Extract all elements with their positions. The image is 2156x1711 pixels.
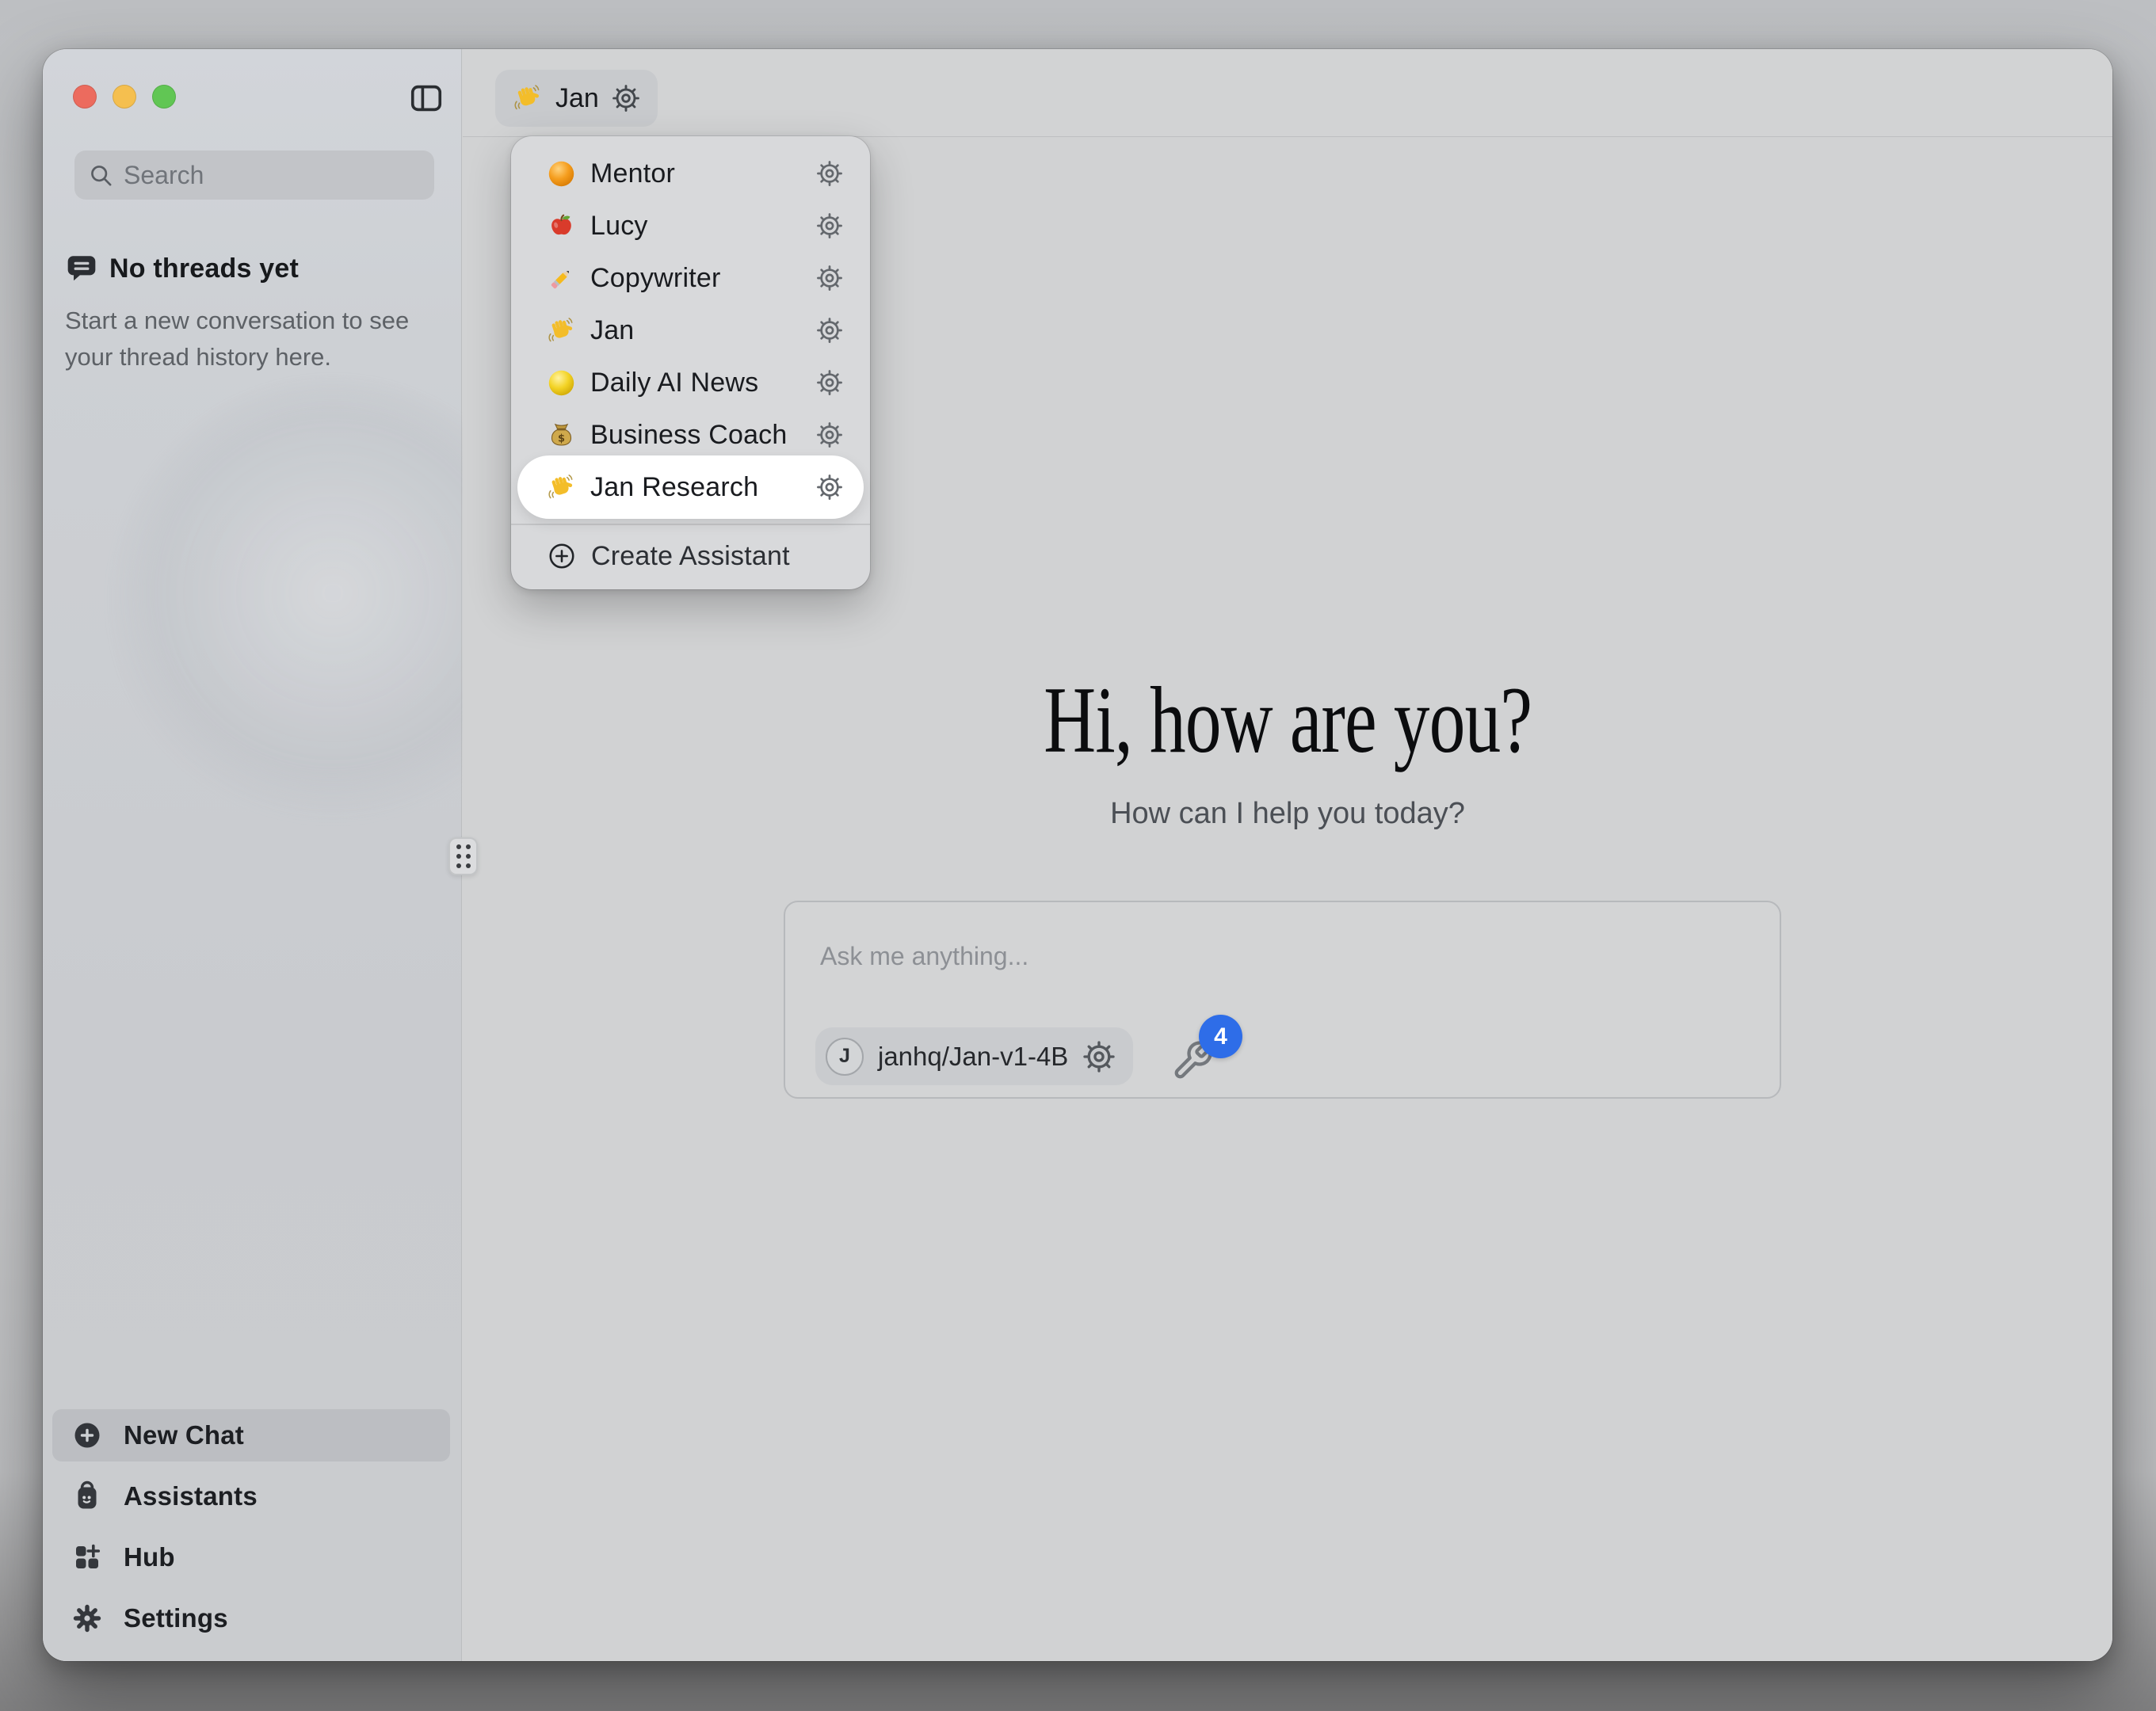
red-apple-icon bbox=[547, 211, 576, 241]
sidebar-item-label: Assistants bbox=[124, 1481, 258, 1511]
main-header: Jan bbox=[463, 49, 2112, 137]
sidebar: No threads yet Start a new conversation … bbox=[43, 49, 462, 1661]
gear-icon[interactable] bbox=[816, 265, 843, 292]
assistant-selector-label: Jan bbox=[555, 83, 599, 114]
threads-empty-state: No threads yet Start a new conversation … bbox=[65, 252, 437, 375]
menu-item-label: Lucy bbox=[590, 211, 802, 242]
empty-state-description: Start a new conversation to see your thr… bbox=[65, 303, 437, 375]
menu-item-copywriter[interactable]: Copywriter bbox=[517, 252, 864, 304]
create-assistant-button[interactable]: Create Assistant bbox=[511, 525, 870, 587]
desktop-background: No threads yet Start a new conversation … bbox=[0, 0, 2156, 1711]
tools-count-badge: 4 bbox=[1199, 1015, 1242, 1058]
sidebar-resize-handle[interactable] bbox=[448, 837, 478, 875]
yellow-circle-icon bbox=[547, 368, 576, 398]
sidebar-item-label: Settings bbox=[124, 1603, 228, 1633]
gear-icon[interactable] bbox=[1082, 1040, 1116, 1073]
sidebar-item-settings[interactable]: Settings bbox=[52, 1592, 450, 1644]
gear-icon[interactable] bbox=[816, 317, 843, 344]
search-icon bbox=[87, 162, 114, 189]
menu-item-jan[interactable]: Jan bbox=[517, 304, 864, 356]
model-name: janhq/Jan-v1-4B bbox=[878, 1042, 1068, 1072]
menu-item-label: Daily AI News bbox=[590, 368, 802, 398]
model-selector-button[interactable]: J janhq/Jan-v1-4B bbox=[815, 1027, 1133, 1085]
waving-hand-icon bbox=[547, 473, 576, 502]
menu-item-mentor[interactable]: Mentor bbox=[517, 147, 864, 200]
waving-hand-icon bbox=[547, 316, 576, 345]
gear-icon[interactable] bbox=[612, 84, 640, 112]
close-window-button[interactable] bbox=[73, 85, 97, 109]
sidebar-item-new-chat[interactable]: New Chat bbox=[52, 1409, 450, 1461]
jan-app-window: No threads yet Start a new conversation … bbox=[43, 49, 2112, 1661]
waving-hand-icon bbox=[513, 83, 543, 113]
gear-icon[interactable] bbox=[816, 421, 843, 448]
greeting-subtitle: How can I help you today? bbox=[463, 797, 2112, 831]
minimize-window-button[interactable] bbox=[113, 85, 136, 109]
robot-icon bbox=[71, 1480, 103, 1512]
sidebar-toggle-icon[interactable] bbox=[408, 80, 445, 116]
model-avatar: J bbox=[826, 1038, 864, 1076]
menu-item-business-coach[interactable]: $ Business Coach bbox=[517, 409, 864, 461]
circle-plus-icon bbox=[71, 1419, 103, 1451]
sidebar-item-assistants[interactable]: Assistants bbox=[52, 1470, 450, 1522]
menu-item-label: Mentor bbox=[590, 158, 802, 189]
zoom-window-button[interactable] bbox=[152, 85, 176, 109]
greeting-title: Hi, how are you? bbox=[1044, 670, 1532, 770]
svg-text:$: $ bbox=[558, 433, 565, 444]
window-controls bbox=[73, 85, 176, 109]
menu-item-lucy[interactable]: Lucy bbox=[517, 200, 864, 252]
menu-item-label: Copywriter bbox=[590, 263, 802, 294]
pencil-icon bbox=[547, 264, 576, 293]
menu-item-label: Jan bbox=[590, 315, 802, 346]
chat-input[interactable] bbox=[820, 932, 1745, 980]
gear-icon[interactable] bbox=[816, 212, 843, 239]
create-assistant-label: Create Assistant bbox=[591, 541, 849, 572]
chat-composer[interactable]: J janhq/Jan-v1-4B 4 bbox=[784, 901, 1781, 1099]
grid-plus-icon bbox=[71, 1541, 103, 1573]
menu-item-jan-research[interactable]: Jan Research bbox=[517, 461, 864, 513]
money-bag-icon: $ bbox=[547, 421, 576, 450]
empty-state-title: No threads yet bbox=[109, 253, 299, 284]
greeting-block: Hi, how are you? How can I help you toda… bbox=[463, 670, 2112, 831]
menu-item-label: Jan Research bbox=[590, 472, 802, 503]
gear-icon[interactable] bbox=[816, 160, 843, 187]
search-box[interactable] bbox=[74, 151, 434, 200]
assistant-dropdown-menu: Mentor Lucy bbox=[511, 136, 870, 589]
sidebar-bottom-nav: New Chat Assistants bbox=[52, 1409, 450, 1653]
menu-item-label: Business Coach bbox=[590, 420, 802, 451]
sidebar-item-label: New Chat bbox=[124, 1420, 244, 1450]
gear-icon[interactable] bbox=[816, 474, 843, 501]
sidebar-item-hub[interactable]: Hub bbox=[52, 1531, 450, 1583]
search-input[interactable] bbox=[124, 161, 456, 190]
orange-circle-icon bbox=[547, 159, 576, 189]
gear-icon[interactable] bbox=[816, 369, 843, 396]
chat-bubble-icon bbox=[65, 252, 98, 285]
assistant-selector-button[interactable]: Jan bbox=[495, 70, 658, 127]
circle-plus-outline-icon bbox=[547, 541, 577, 571]
menu-item-daily-ai-news[interactable]: Daily AI News bbox=[517, 356, 864, 409]
gear-icon bbox=[71, 1602, 103, 1634]
sidebar-item-label: Hub bbox=[124, 1542, 175, 1572]
